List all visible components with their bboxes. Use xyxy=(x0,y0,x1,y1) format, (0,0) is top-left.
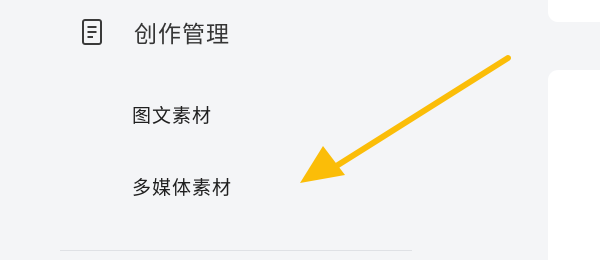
annotation-arrow-icon xyxy=(300,55,511,183)
